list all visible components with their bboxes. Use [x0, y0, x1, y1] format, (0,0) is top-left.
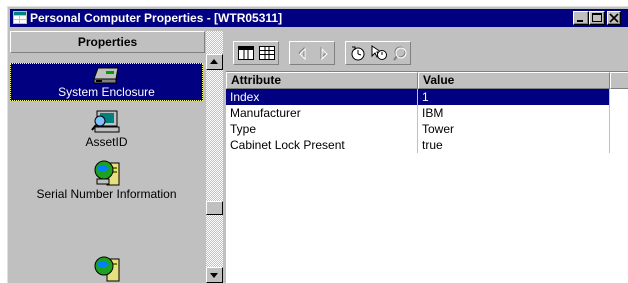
- scroll-thumb[interactable]: [206, 201, 223, 215]
- column-divider: [417, 89, 418, 153]
- title-bar[interactable]: Personal Computer Properties - [WTR05311…: [10, 9, 628, 27]
- table-row[interactable]: Manufacturer IBM: [226, 105, 610, 121]
- minimize-button[interactable]: [573, 11, 589, 25]
- properties-list: System Enclosure AssetID Serial Number I…: [10, 53, 203, 283]
- network-globe-server-icon: [94, 160, 119, 186]
- grid-view-button[interactable]: [257, 44, 277, 62]
- window-app-icon: [13, 11, 27, 24]
- close-icon: [609, 13, 619, 23]
- properties-panel: Properties System Enclosure AssetID Seri…: [10, 31, 223, 283]
- attribute-cell: Cabinet Lock Present: [230, 138, 345, 152]
- column-header-filler: [610, 72, 628, 89]
- attribute-cell: Type: [230, 122, 257, 136]
- computer-search-icon: [90, 110, 119, 133]
- refresh-clock-icon: [351, 46, 365, 61]
- attribute-cell: Manufacturer: [230, 106, 301, 120]
- value-cell: 1: [422, 90, 429, 104]
- close-button[interactable]: [607, 11, 621, 25]
- action-button-group: [345, 41, 411, 65]
- cursor-timer-icon: [371, 45, 387, 60]
- value-cell: true: [422, 138, 443, 152]
- grid-view-icon: [259, 46, 275, 60]
- list-item-assetid[interactable]: AssetID: [10, 109, 203, 149]
- find-icon: [393, 46, 407, 61]
- column-header-value[interactable]: Value: [418, 72, 610, 89]
- find-button[interactable]: [390, 44, 410, 62]
- system-enclosure-icon: [92, 67, 119, 84]
- scroll-up-button[interactable]: [206, 54, 223, 70]
- list-item-serial-number-information[interactable]: Serial Number Information: [10, 159, 203, 201]
- table-row[interactable]: Cabinet Lock Present true: [226, 137, 610, 153]
- window-title: Personal Computer Properties - [WTR05311…: [30, 11, 283, 25]
- vertical-scrollbar[interactable]: [206, 31, 223, 283]
- attributes-panel: Attribute Value Index 1 Manufacturer IBM…: [225, 31, 628, 283]
- list-item-label: AssetID: [85, 135, 128, 149]
- view-button-group: [233, 41, 279, 65]
- arrow-down-icon: [210, 273, 218, 278]
- list-item-network[interactable]: [10, 255, 203, 283]
- forward-icon: [320, 46, 328, 61]
- forward-button[interactable]: [313, 44, 333, 62]
- table-view-button[interactable]: [236, 44, 256, 62]
- refresh-button[interactable]: [348, 44, 368, 62]
- attribute-cell: Index: [230, 90, 260, 104]
- column-divider: [609, 89, 610, 153]
- column-header-attribute[interactable]: Attribute: [226, 72, 418, 89]
- properties-header[interactable]: Properties: [10, 31, 205, 53]
- list-item-label: System Enclosure: [58, 85, 155, 99]
- table-row[interactable]: Index 1: [226, 89, 610, 105]
- maximize-button[interactable]: [589, 11, 605, 25]
- table-view-icon: [238, 46, 254, 60]
- value-cell: Tower: [422, 122, 455, 136]
- back-button[interactable]: [292, 44, 312, 62]
- navigation-button-group: [289, 41, 335, 65]
- timer-button[interactable]: [369, 44, 389, 62]
- maximize-icon: [592, 13, 602, 22]
- arrow-up-icon: [210, 59, 218, 64]
- table-row[interactable]: Type Tower: [226, 121, 610, 137]
- toolbar: [225, 31, 628, 71]
- minimize-icon: [577, 20, 583, 22]
- back-icon: [298, 46, 306, 61]
- list-item-label: Serial Number Information: [36, 187, 177, 201]
- network-globe-server-icon: [94, 256, 119, 282]
- value-cell: IBM: [422, 106, 444, 120]
- scroll-down-button[interactable]: [206, 267, 223, 283]
- list-item-system-enclosure[interactable]: System Enclosure: [10, 63, 203, 101]
- attribute-table: Attribute Value Index 1 Manufacturer IBM…: [226, 71, 628, 283]
- properties-window: Personal Computer Properties - [WTR05311…: [7, 6, 628, 283]
